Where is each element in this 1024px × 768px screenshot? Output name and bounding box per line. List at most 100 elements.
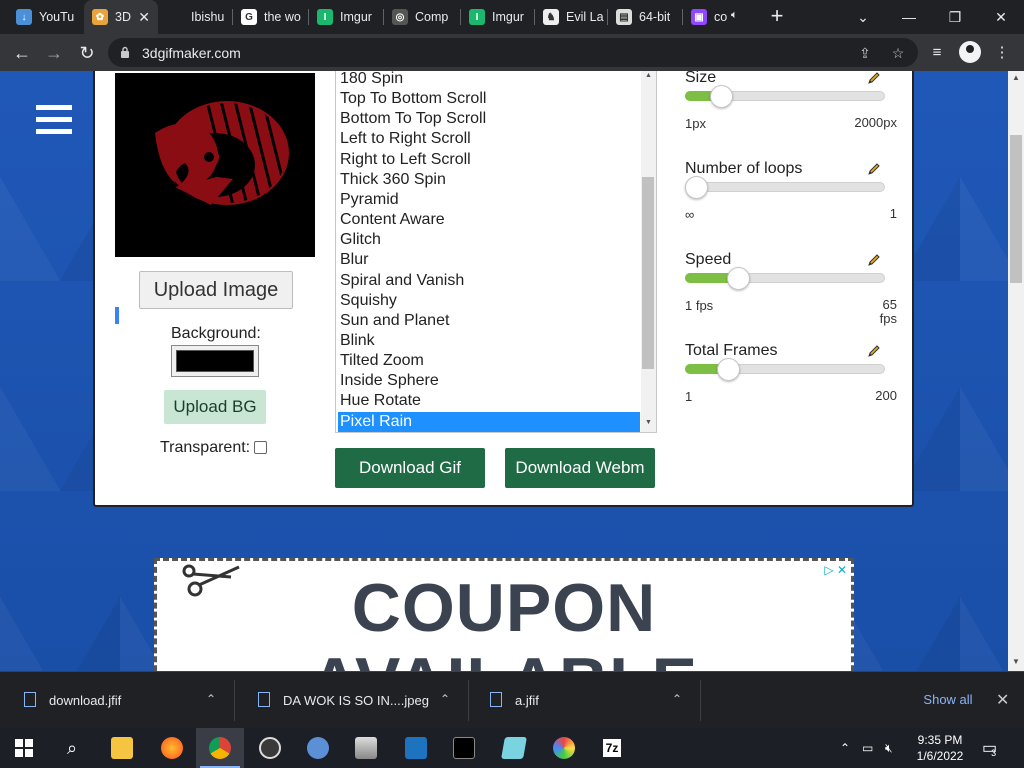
- google-icon: G: [241, 9, 257, 25]
- menu-kebab-icon[interactable]: ⋮: [991, 42, 1013, 64]
- download-item[interactable]: DA WOK IS SO IN....jpeg: [234, 672, 468, 729]
- share-icon[interactable]: ⇪: [856, 44, 874, 62]
- tab-6[interactable]: I Imgur: [461, 0, 535, 34]
- qbittorrent-icon[interactable]: [294, 728, 342, 768]
- slider-thumb[interactable]: [716, 358, 740, 381]
- slider-speed: Speed 1 fps 65 fps: [685, 251, 897, 327]
- tab-4[interactable]: I Imgur: [309, 0, 384, 34]
- photos-icon[interactable]: [342, 728, 390, 768]
- forward-icon[interactable]: →: [42, 41, 66, 65]
- address-bar[interactable]: 3dgifmaker.com ⇪ ☆: [108, 38, 918, 67]
- transparent-checkbox[interactable]: [254, 441, 267, 454]
- 7zip-icon[interactable]: 7z: [588, 728, 636, 768]
- media-control-icon[interactable]: ≡: [926, 42, 948, 64]
- url-text[interactable]: 3dgifmaker.com: [142, 45, 241, 61]
- pencil-edit-icon[interactable]: [867, 162, 881, 176]
- effect-option[interactable]: Tilted Zoom: [338, 351, 640, 371]
- pencil-edit-icon[interactable]: [867, 344, 881, 358]
- effect-option[interactable]: Right to Left Scroll: [338, 150, 640, 170]
- slider-title: Number of loops: [685, 160, 803, 177]
- network-icon[interactable]: ▭: [862, 728, 873, 768]
- close-window-icon[interactable]: ✕: [978, 0, 1024, 34]
- tab-search-icon[interactable]: ⌄: [840, 0, 886, 34]
- tab-2[interactable]: Ibishu: [160, 0, 233, 34]
- pencil-edit-icon[interactable]: [867, 71, 881, 85]
- hamburger-menu-icon[interactable]: [36, 105, 72, 135]
- effect-option[interactable]: Blink: [338, 331, 640, 351]
- system-clock[interactable]: 9:35 PM 1/6/2022: [910, 732, 970, 764]
- tab-3[interactable]: Gthe wo: [233, 0, 309, 34]
- page-scrollbar-thumb[interactable]: [1010, 135, 1022, 283]
- tab-7[interactable]: ♞ Evil La: [535, 0, 608, 34]
- bookmark-star-icon[interactable]: ☆: [889, 44, 907, 62]
- coupon-advertisement[interactable]: ▷ ✕ COUPON AVAILABLE: [154, 558, 854, 671]
- download-item[interactable]: download.jfif: [0, 672, 234, 729]
- tab-5[interactable]: ◎ Comp: [384, 0, 461, 34]
- effect-option[interactable]: Sun and Planet: [338, 311, 640, 331]
- tab-1[interactable]: ✿ 3D ✕: [84, 0, 158, 34]
- file-explorer-icon[interactable]: [98, 728, 146, 768]
- notes-app-icon[interactable]: [490, 728, 538, 768]
- scroll-up-arrow-icon[interactable]: ▲: [641, 72, 656, 84]
- effect-option[interactable]: Blur: [338, 250, 640, 270]
- effect-option[interactable]: Content Aware: [338, 210, 640, 230]
- gif-maker-panel: Upload Image Background: Upload BG Trans…: [93, 71, 914, 507]
- effect-option[interactable]: Pixel Rain: [338, 411, 640, 432]
- tab-9[interactable]: ▣ co 🔈︎: [683, 0, 753, 34]
- restore-icon[interactable]: ❐: [932, 0, 978, 34]
- minimize-icon[interactable]: —: [886, 0, 932, 34]
- close-tab-icon[interactable]: ✕: [138, 9, 150, 26]
- chrome-icon[interactable]: [196, 728, 244, 768]
- windows-start-icon[interactable]: [0, 728, 48, 768]
- effect-option[interactable]: 180 Spin: [338, 71, 640, 89]
- firefox-icon[interactable]: [148, 728, 196, 768]
- effects-listbox[interactable]: Pixel Rain Hue Rotate Inside Sphere Tilted …: [335, 71, 657, 433]
- effect-option[interactable]: Bottom To Top Scroll: [338, 109, 640, 129]
- pencil-edit-icon[interactable]: [867, 253, 881, 267]
- upload-bg-button[interactable]: Upload BG: [164, 390, 266, 424]
- download-gif-button[interactable]: Download Gif: [335, 448, 485, 488]
- effect-option[interactable]: Inside Sphere: [338, 371, 640, 391]
- tab-0[interactable]: ↓ YouTu: [8, 0, 84, 34]
- terminal-icon[interactable]: [440, 728, 488, 768]
- download-options-chevron-icon[interactable]: ⌃: [206, 692, 216, 706]
- profile-avatar-icon[interactable]: [959, 41, 981, 63]
- slider-thumb[interactable]: [685, 176, 708, 199]
- obs-icon[interactable]: [246, 728, 294, 768]
- tab-audio-icon[interactable]: 🔈︎: [731, 9, 738, 22]
- new-tab-button[interactable]: +: [766, 5, 788, 28]
- close-downloads-icon[interactable]: ✕: [996, 690, 1009, 710]
- tab-strip: + ⌄ — ❐ ✕ ↓ YouTu ✿ 3D ✕ Ibishu Gthe wo I Imgur ◎…: [0, 0, 1024, 34]
- background-color-picker[interactable]: [171, 345, 259, 377]
- scroll-down-arrow-icon[interactable]: ▼: [641, 419, 656, 431]
- page-scroll-down-icon[interactable]: ▼: [1010, 657, 1022, 669]
- slider-thumb[interactable]: [709, 85, 733, 108]
- effects-scrollbar-thumb[interactable]: [642, 177, 654, 369]
- search-icon[interactable]: ⌕: [48, 728, 96, 768]
- effect-option[interactable]: Glitch: [338, 230, 640, 250]
- effect-option[interactable]: Top To Bottom Scroll: [338, 89, 640, 109]
- tray-chevron-icon[interactable]: ⌃: [840, 728, 850, 768]
- effect-option[interactable]: Left to Right Scroll: [338, 129, 640, 149]
- slider-thumb[interactable]: [727, 267, 751, 290]
- download-item[interactable]: a.jfif: [466, 672, 700, 729]
- tab-8[interactable]: ▤ 64-bit: [608, 0, 683, 34]
- slider-track[interactable]: [685, 182, 885, 192]
- media-player-icon[interactable]: [392, 728, 440, 768]
- effect-option[interactable]: Thick 360 Spin: [338, 170, 640, 190]
- download-options-chevron-icon[interactable]: ⌃: [672, 692, 682, 706]
- show-all-downloads-button[interactable]: Show all: [912, 686, 984, 714]
- download-options-chevron-icon[interactable]: ⌃: [440, 692, 450, 706]
- notification-icon[interactable]: ▭ 3: [982, 728, 997, 768]
- effect-option[interactable]: Pyramid: [338, 190, 640, 210]
- reload-icon[interactable]: ↻: [75, 41, 99, 65]
- upload-image-button[interactable]: Upload Image: [139, 271, 293, 309]
- back-icon[interactable]: ←: [10, 41, 34, 65]
- paint-icon[interactable]: [540, 728, 588, 768]
- download-webm-button[interactable]: Download Webm: [505, 448, 655, 488]
- effect-option[interactable]: Spiral and Vanish: [338, 271, 640, 291]
- page-scroll-up-icon[interactable]: ▲: [1010, 73, 1022, 85]
- effect-option[interactable]: Squishy: [338, 291, 640, 311]
- effect-option[interactable]: Hue Rotate: [338, 391, 640, 411]
- volume-muted-icon[interactable]: 🔇︎: [885, 728, 893, 768]
